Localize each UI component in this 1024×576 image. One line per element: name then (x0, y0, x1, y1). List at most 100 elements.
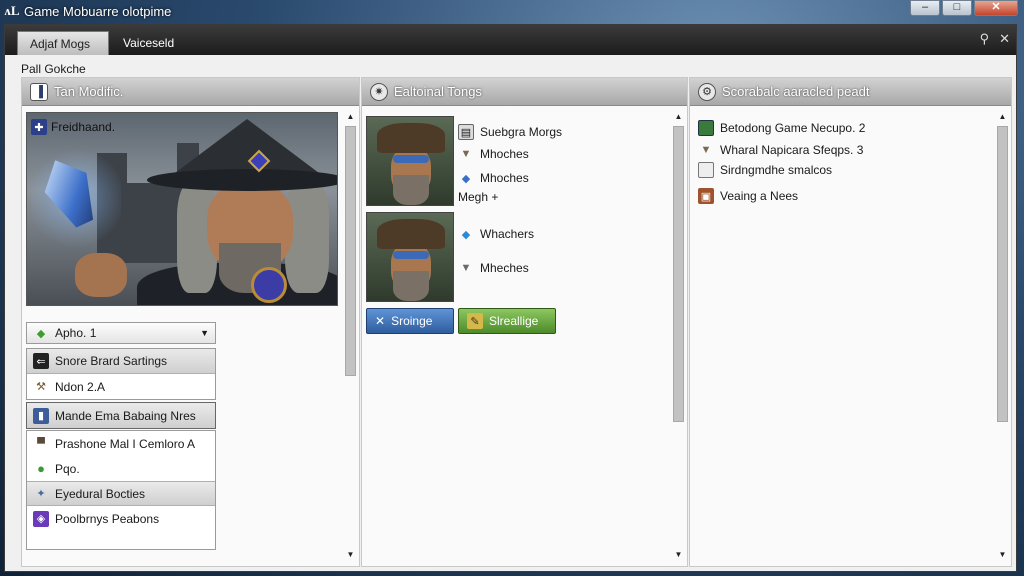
anvil-icon: ▀ (37, 437, 45, 450)
list-item[interactable]: ✦ Eyedural Bocties (27, 481, 215, 506)
close-button[interactable]: ✕ (974, 0, 1018, 16)
character-thumbnail[interactable] (366, 116, 454, 206)
middle-panel-header: ✷ Ealtoinal Tongs (362, 78, 687, 106)
list-item-label: Veaing a Nees (720, 189, 799, 203)
window-title: Game Mobuarre olotpime (24, 3, 172, 19)
middle-panel-title: Ealtoinal Tongs (394, 84, 482, 99)
list-item[interactable]: ▀ Prashone Mal I Cemloro A (27, 431, 215, 456)
scroll-up-icon[interactable]: ▲ (672, 112, 685, 124)
character-hat (377, 123, 445, 153)
circle-icon: ● (37, 461, 45, 476)
right-scrollbar[interactable]: ▲ ▼ (996, 112, 1009, 562)
list-item[interactable]: ▣ Veaing a Nees (698, 188, 798, 204)
scroll-up-icon[interactable]: ▲ (996, 112, 1009, 124)
item-line[interactable]: ▤ Suebgra Morgs (458, 124, 562, 140)
scroll-thumb[interactable] (673, 126, 684, 422)
list-item[interactable]: Betodong Game Necupo. 2 (698, 120, 865, 136)
scroll-thumb[interactable] (345, 126, 356, 376)
potion-icon: ◆ (461, 172, 471, 185)
left-panel: ▐ Tan Modific. ✚ Freidhaand. ◆ Apho. 1 ▼… (21, 77, 360, 567)
left-scrollbar[interactable]: ▲ ▼ (344, 112, 357, 562)
hero-label-text: Freidhaand. (51, 120, 116, 134)
list-item-label: Ndon 2.A (55, 379, 106, 394)
tab-vaiceseld[interactable]: Vaiceseld (111, 31, 203, 55)
hero-image: ✚ Freidhaand. (26, 112, 338, 306)
list-box-b: ▀ Prashone Mal I Cemloro A ● Pqo. ✦ Eyed… (26, 430, 216, 550)
item-label: Mhoches (480, 171, 529, 185)
list-item[interactable]: ● Pqo. (27, 456, 215, 481)
list-item[interactable]: ⇐ Snore Brard Sartings (27, 349, 215, 374)
gem-icon: ◆ (36, 327, 46, 340)
image-icon (698, 120, 714, 136)
item-line[interactable]: Megh + (458, 190, 498, 204)
book-icon: ▮ (33, 407, 49, 424)
map-icon: ✎ (467, 313, 483, 329)
list-item-label: Pqo. (55, 461, 80, 476)
item-line[interactable]: ▼ Mheches (458, 260, 529, 276)
pin-icon[interactable]: ⚲ (980, 31, 990, 47)
wizard-hat-brim (147, 169, 337, 191)
right-panel: ⚙ Scorabalc aaracled peadt Betodong Game… (689, 77, 1012, 567)
anvil-icon: ▼ (700, 144, 712, 156)
character-thumbnail[interactable] (366, 212, 454, 302)
list-item[interactable]: Sirdngmdhe smalcos (698, 162, 832, 178)
list-box-a: ⇐ Snore Brard Sartings ⚒ Ndon 2.A (26, 348, 216, 400)
list-item-label: Sirdngmdhe smalcos (720, 163, 833, 177)
item-label: Mheches (480, 261, 529, 275)
hero-label: ✚ Freidhaand. (31, 119, 115, 135)
item-line[interactable]: ◆ Mhoches (458, 170, 529, 186)
list-item[interactable]: ▼ Wharal Napicara Sfeqps. 3 (698, 142, 864, 158)
character-beard (393, 271, 429, 301)
list-item[interactable]: ⚒ Ndon 2.A (27, 374, 215, 399)
item-label: Megh + (458, 190, 499, 204)
list-group-label: Mande Ema Babaing Nres (55, 408, 196, 423)
list-item-label: Poolbrnys Peabons (55, 511, 160, 526)
left-panel-header: ▐ Tan Modific. (22, 78, 359, 106)
list-item-label: Prashone Mal I Cemloro A (55, 436, 196, 451)
character-hat (377, 219, 445, 249)
right-panel-header: ⚙ Scorabalc aaracled peadt (690, 78, 1011, 106)
list-item-label: Snore Brard Sartings (55, 354, 168, 368)
arrow-left-icon: ⇐ (33, 353, 49, 369)
gear-icon: ⚙ (698, 82, 716, 101)
list-item-label: Eyedural Bocties (55, 486, 146, 501)
sroinge-button[interactable]: ✕ Sroinge (366, 308, 454, 334)
tab-bar-icons: ⚲ ✕ (980, 31, 1010, 47)
scroll-down-icon[interactable]: ▼ (344, 550, 357, 562)
tab-adjaf-mogs[interactable]: Adjaf Mogs (17, 31, 109, 55)
character-beard (393, 175, 429, 205)
scroll-down-icon[interactable]: ▼ (672, 550, 685, 562)
box-icon: ▣ (698, 188, 714, 204)
close-icon[interactable]: ✕ (999, 31, 1010, 47)
slreallige-button[interactable]: ✎ Slreallige (458, 308, 556, 334)
scroll-down-icon[interactable]: ▼ (996, 550, 1009, 562)
minimize-button[interactable]: – (910, 0, 940, 16)
profile-dropdown[interactable]: ◆ Apho. 1 ▼ (26, 322, 216, 344)
item-line[interactable]: ◆ Whachers (458, 226, 534, 242)
app-icon: ᴧL (4, 3, 20, 18)
list-box-b-header: ▮ Mande Ema Babaing Nres (26, 402, 216, 429)
hammer-icon: ⚒ (36, 381, 46, 393)
item-label: Mhoches (480, 147, 529, 161)
right-panel-title: Scorabalc aaracled peadt (722, 84, 870, 99)
anvil-icon: ▼ (460, 262, 472, 274)
middle-scrollbar[interactable]: ▲ ▼ (672, 112, 685, 562)
scroll-up-icon[interactable]: ▲ (344, 112, 357, 124)
item-label: Suebgra Morgs (480, 125, 563, 139)
file-icon (698, 162, 714, 178)
window-controls: – □ ✕ (910, 0, 1018, 16)
wizard-hand (75, 253, 127, 297)
dropdown-value: Apho. 1 (55, 326, 97, 340)
button-label: Slreallige (489, 314, 539, 328)
compass-icon: ✷ (370, 82, 388, 101)
section-label: Pall Gokche (21, 62, 86, 76)
bookmark-icon: ▐ (30, 82, 48, 101)
scroll-thumb[interactable] (997, 126, 1008, 422)
window-titlebar: ᴧL Game Mobuarre olotpime – □ ✕ (0, 0, 1024, 22)
anvil-icon: ▼ (460, 148, 472, 160)
star-icon: ✦ (36, 488, 46, 500)
list-group-header[interactable]: ▮ Mande Ema Babaing Nres (27, 403, 215, 428)
list-item[interactable]: ◈ Poolbrnys Peabons (27, 506, 215, 531)
maximize-button[interactable]: □ (942, 0, 972, 16)
item-line[interactable]: ▼ Mhoches (458, 146, 529, 162)
